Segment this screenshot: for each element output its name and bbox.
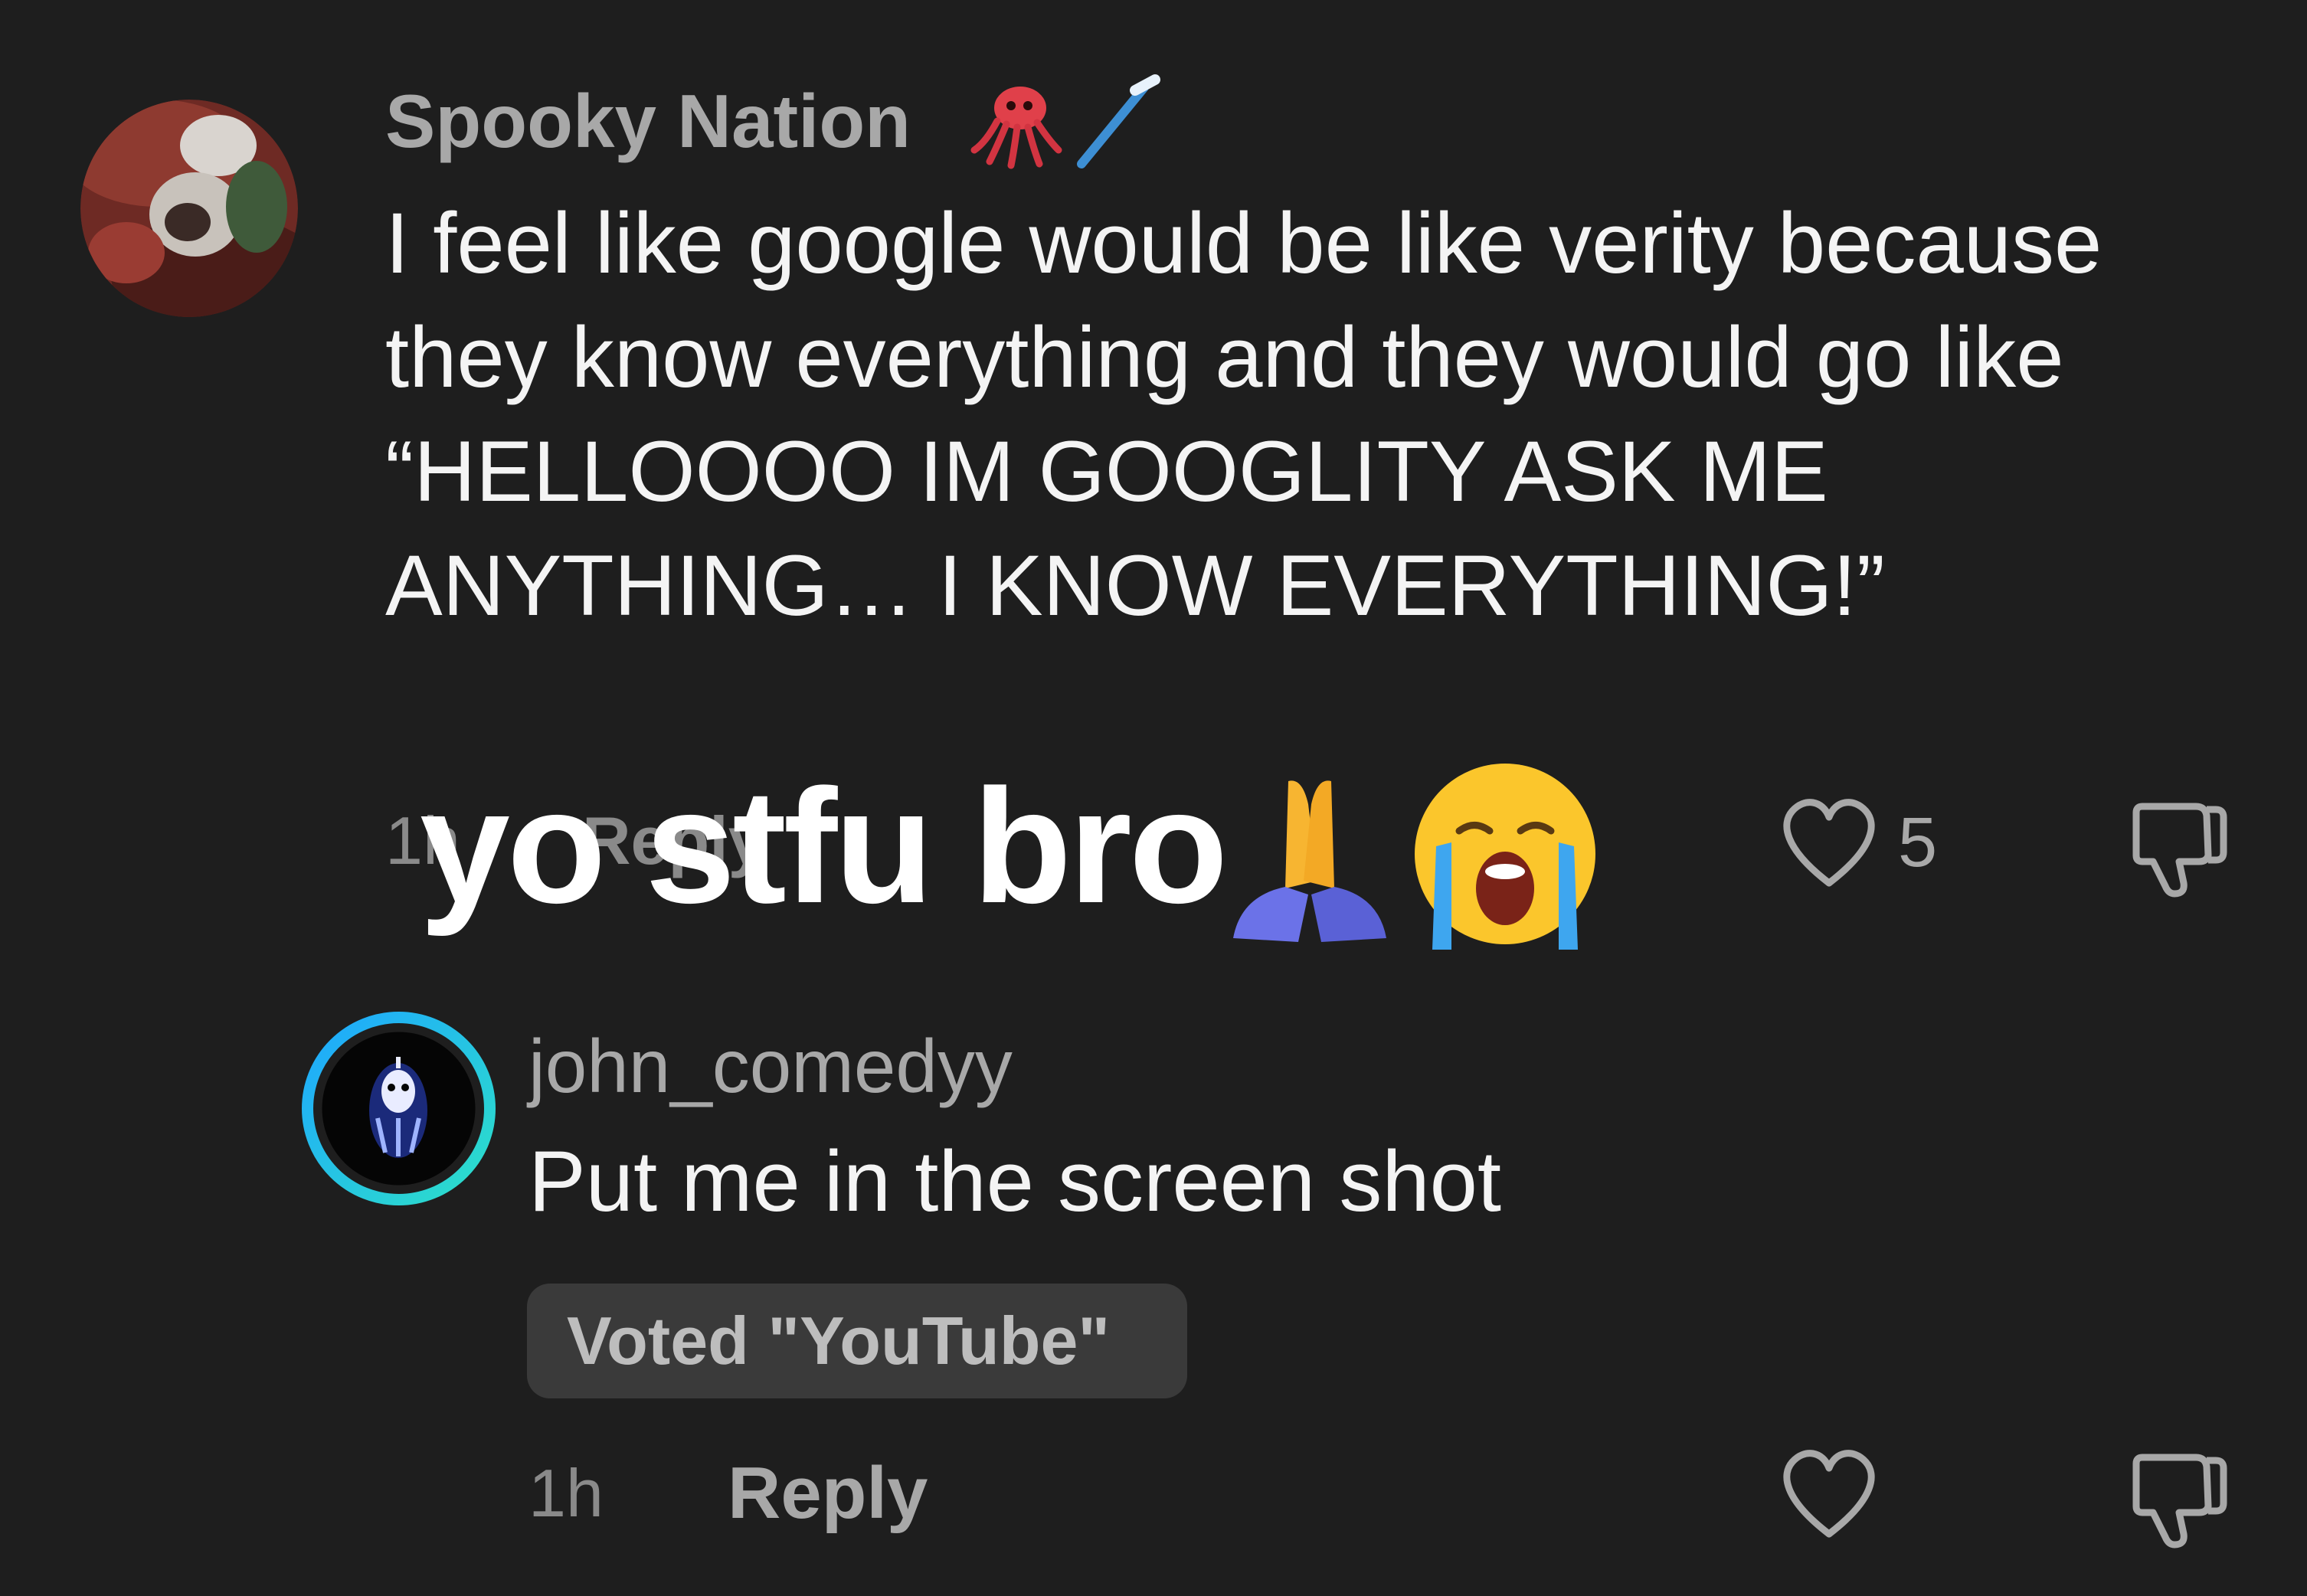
- like-button[interactable]: [1775, 1444, 1883, 1543]
- heart-icon: [1783, 1450, 1875, 1538]
- comment-text: Put me in the screen shot: [528, 1133, 1502, 1229]
- vote-badge-label: Voted "YouTube": [567, 1303, 1111, 1379]
- avatar-image: [80, 100, 298, 317]
- overlay-caption: yo stfu bro: [420, 755, 1228, 937]
- dislike-button[interactable]: [2125, 793, 2233, 900]
- username-emoji-group: [967, 74, 1166, 173]
- loudly-crying-face-emoji-icon: [1415, 764, 1595, 950]
- thumbs-down-icon: [2132, 1454, 2227, 1549]
- comment-username[interactable]: john_comedyy: [528, 1020, 1013, 1112]
- like-count: 5: [1898, 803, 1938, 881]
- reply-button[interactable]: Reply: [728, 1451, 928, 1535]
- comment-timestamp: 1h: [528, 1455, 604, 1531]
- comment-username[interactable]: Spooky Nation: [385, 75, 911, 167]
- like-button[interactable]: [1775, 793, 1883, 892]
- overlay-emoji-group: [1218, 758, 1601, 957]
- folded-hands-emoji-icon: [1233, 780, 1386, 942]
- dislike-button[interactable]: [2125, 1444, 2233, 1551]
- heart-icon: [1783, 799, 1875, 887]
- toothbrush-emoji-icon: [1077, 74, 1160, 168]
- vote-badge: Voted "YouTube": [527, 1284, 1187, 1398]
- avatar-image: [302, 1012, 496, 1205]
- squid-emoji-icon: [970, 87, 1062, 169]
- avatar[interactable]: [80, 100, 298, 317]
- thumbs-down-icon: [2132, 803, 2227, 898]
- comment-text: I feel like google would be like verity …: [385, 195, 2102, 633]
- avatar[interactable]: [301, 1011, 496, 1206]
